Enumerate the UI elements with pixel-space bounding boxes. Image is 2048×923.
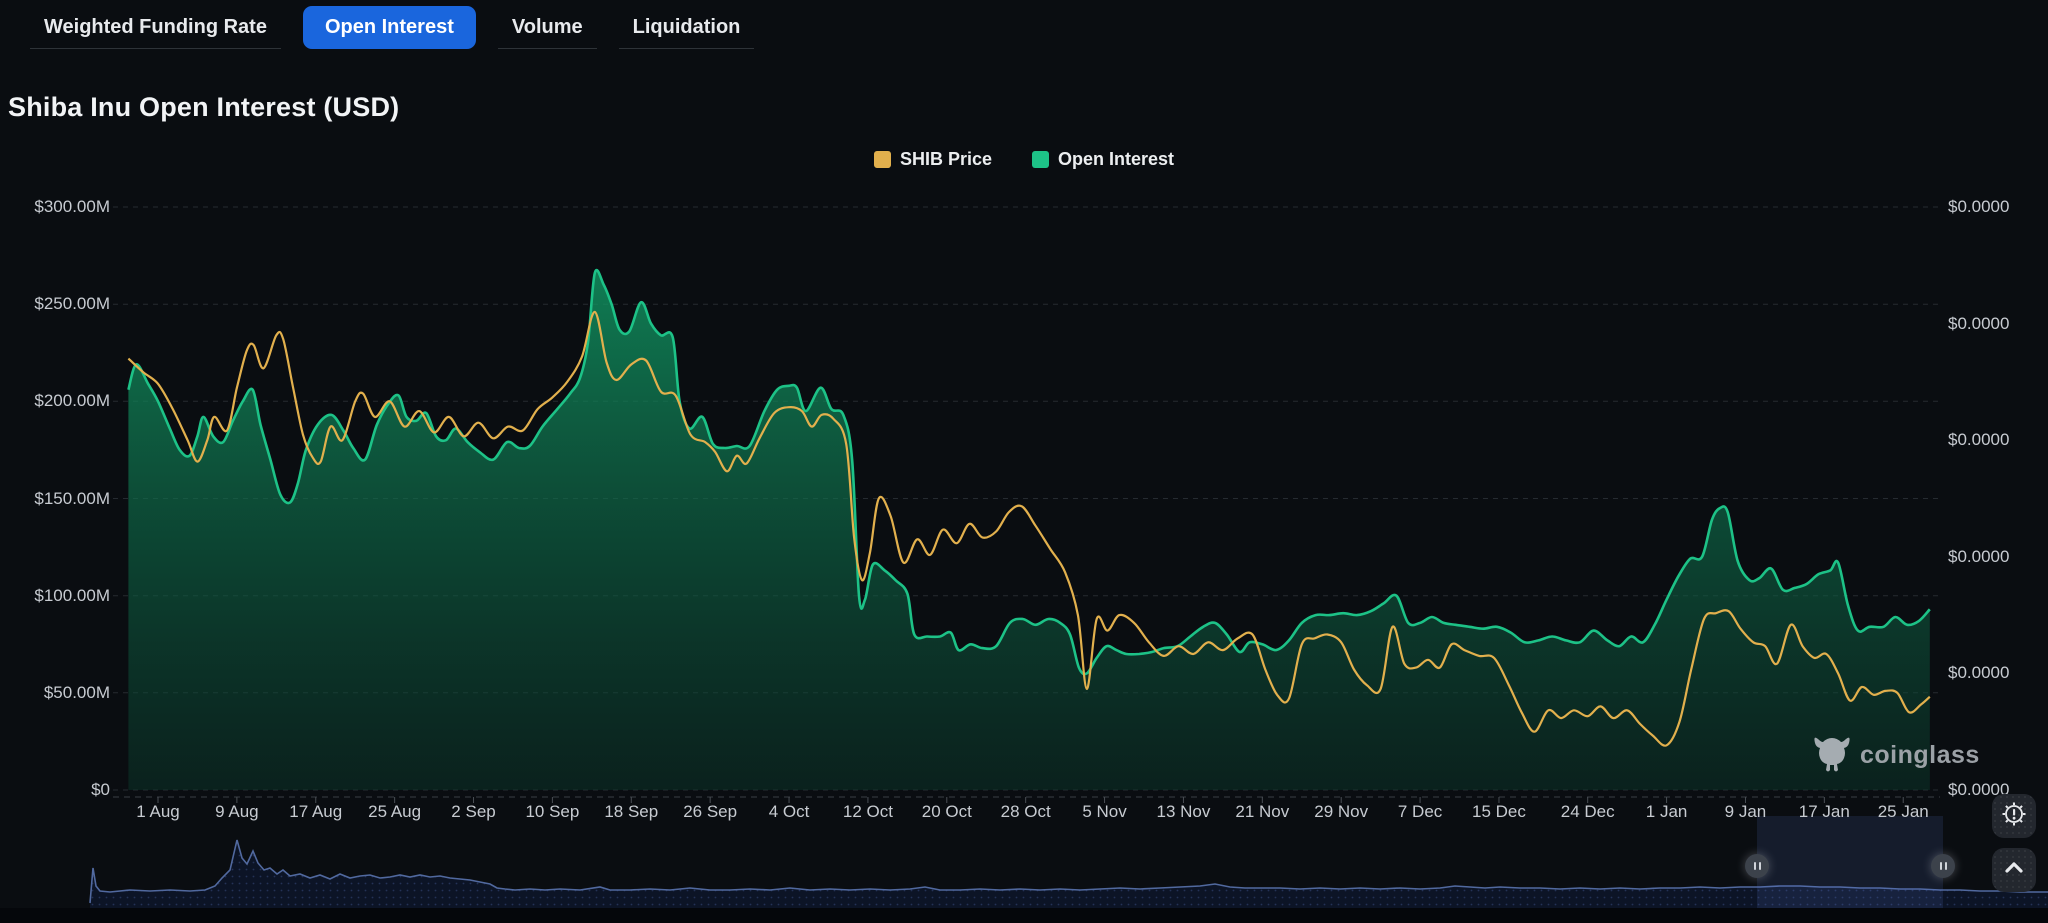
date-tick: 1 Jan <box>1646 802 1688 822</box>
legend-label: SHIB Price <box>900 149 992 170</box>
open-interest-area <box>128 270 1929 790</box>
date-tick: 5 Nov <box>1082 802 1126 822</box>
date-tick: 17 Aug <box>289 802 342 822</box>
left-axis-tick: $0 <box>0 780 110 800</box>
left-axis-tick: $200.00M <box>0 391 110 411</box>
date-tick: 10 Sep <box>525 802 579 822</box>
tab-liquidation[interactable]: Liquidation <box>619 6 755 49</box>
navigator-baseline-strip <box>0 908 2048 923</box>
left-axis-tick: $150.00M <box>0 489 110 509</box>
chart-type-tab-bar: Weighted Funding Rate Open Interest Volume… <box>30 6 754 49</box>
date-tick: 13 Nov <box>1157 802 1211 822</box>
left-axis-tick: $250.00M <box>0 294 110 314</box>
tab-weighted-funding-rate[interactable]: Weighted Funding Rate <box>30 6 281 49</box>
date-tick: 2 Sep <box>451 802 495 822</box>
legend-item-open-interest[interactable]: Open Interest <box>1032 149 1174 170</box>
right-axis-tick: $0.0000 <box>1948 547 2009 567</box>
date-tick: 12 Oct <box>843 802 893 822</box>
date-tick: 28 Oct <box>1001 802 1051 822</box>
watermark-text: coinglass <box>1860 741 1980 770</box>
date-tick: 17 Jan <box>1799 802 1850 822</box>
legend-label: Open Interest <box>1058 149 1174 170</box>
coinglass-watermark: coinglass <box>1812 733 1980 778</box>
legend-item-shib-price[interactable]: SHIB Price <box>874 149 992 170</box>
date-tick: 25 Aug <box>368 802 421 822</box>
badge-alert-button[interactable] <box>1992 794 2036 838</box>
coinglass-bull-icon <box>1812 733 1850 778</box>
date-tick: 20 Oct <box>922 802 972 822</box>
right-axis-tick: $0.0000 <box>1948 663 2009 683</box>
date-tick: 26 Sep <box>683 802 737 822</box>
date-tick: 18 Sep <box>604 802 658 822</box>
right-axis-tick: $0.0000 <box>1948 197 2009 217</box>
date-tick: 29 Nov <box>1314 802 1368 822</box>
legend-swatch <box>874 151 891 168</box>
navigator-selection-window[interactable] <box>1757 816 1943 908</box>
chevron-up-icon <box>2001 855 2027 886</box>
left-axis-tick: $50.00M <box>0 683 110 703</box>
scroll-to-top-button[interactable] <box>1992 848 2036 892</box>
navigator-left-handle[interactable] <box>1745 854 1769 878</box>
main-chart-canvas[interactable] <box>0 0 2048 923</box>
date-tick: 25 Jan <box>1878 802 1929 822</box>
right-axis-tick: $0.0000 <box>1948 314 2009 334</box>
navigator-right-handle[interactable] <box>1931 854 1955 878</box>
date-tick: 15 Dec <box>1472 802 1526 822</box>
badge-alert-icon <box>2001 801 2027 832</box>
right-axis-tick: $0.0000 <box>1948 430 2009 450</box>
date-tick: 7 Dec <box>1398 802 1442 822</box>
date-tick: 1 Aug <box>136 802 180 822</box>
chart-legend: SHIB Price Open Interest <box>0 149 2048 170</box>
left-axis-tick: $300.00M <box>0 197 110 217</box>
page-title: Shiba Inu Open Interest (USD) <box>8 92 399 123</box>
tab-open-interest[interactable]: Open Interest <box>303 6 476 49</box>
date-tick: 21 Nov <box>1235 802 1289 822</box>
date-tick: 24 Dec <box>1561 802 1615 822</box>
date-tick: 4 Oct <box>769 802 810 822</box>
tab-volume[interactable]: Volume <box>498 6 597 49</box>
left-axis-tick: $100.00M <box>0 586 110 606</box>
date-tick: 9 Aug <box>215 802 259 822</box>
date-tick: 9 Jan <box>1725 802 1767 822</box>
legend-swatch <box>1032 151 1049 168</box>
